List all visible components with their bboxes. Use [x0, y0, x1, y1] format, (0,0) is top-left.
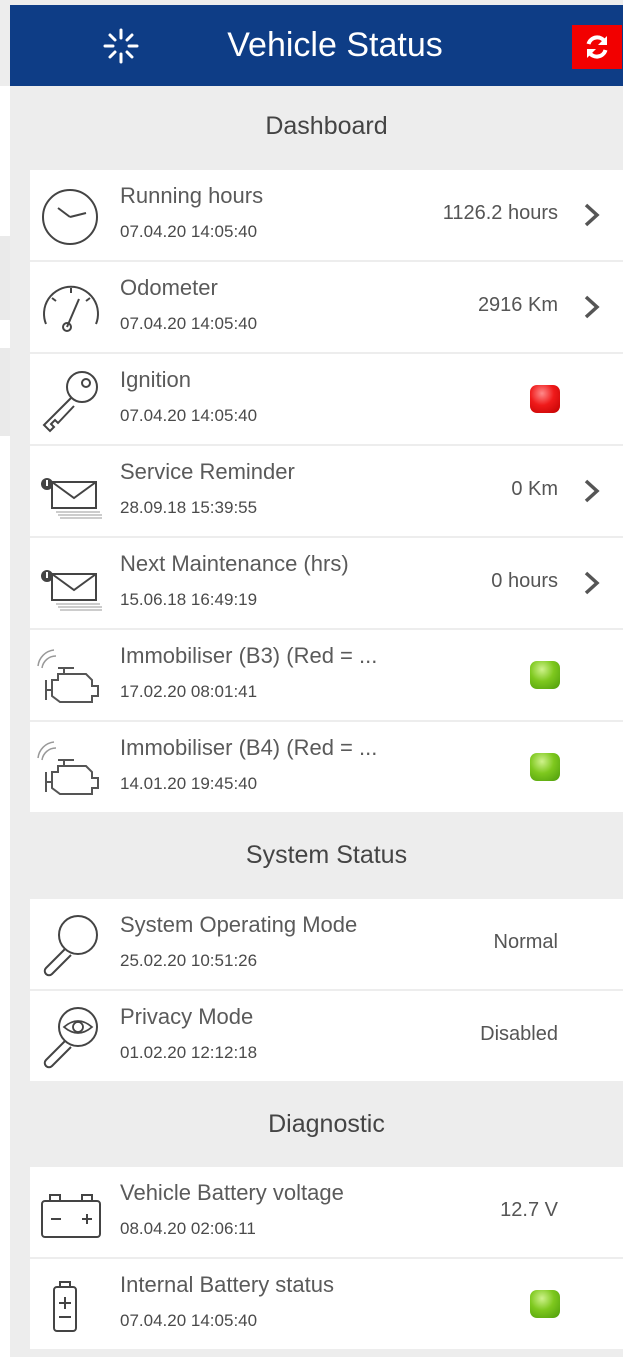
speedometer-icon: [43, 285, 99, 332]
row-value: 0 Km: [511, 478, 558, 500]
row-timestamp: 15.06.18 16:49:19: [120, 590, 258, 609]
row-label: Immobiliser (B4) (Red = ...: [120, 735, 378, 760]
row-value: Normal: [493, 931, 558, 953]
row-label: Vehicle Battery voltage: [120, 1180, 344, 1205]
chevron-right-icon: [584, 571, 600, 595]
row-value: 2916 Km: [477, 294, 558, 316]
row-label: Immobiliser (B3) (Red = ...: [120, 643, 378, 668]
key-icon: [42, 371, 98, 433]
row-value: 1126.2 hours: [442, 202, 558, 224]
row-ignition: Ignition 07.04.20 14:05:40: [30, 354, 623, 444]
battery-icon: [53, 1281, 77, 1332]
row-privacy-mode: Privacy Mode 01.02.20 12:12:18 Disabled: [30, 991, 623, 1081]
row-immobiliser-b3: Immobiliser (B3) (Red = ... 17.02.20 08:…: [30, 630, 623, 720]
row-label: Ignition: [120, 367, 191, 392]
row-timestamp: 17.02.20 08:01:41: [120, 682, 258, 701]
section-title-diagnostic: Diagnostic: [268, 1110, 385, 1138]
app-header: Vehicle Status: [10, 5, 623, 86]
status-indicator-green: [530, 661, 560, 689]
row-timestamp: 25.02.20 10:51:26: [120, 951, 258, 970]
row-timestamp: 07.04.20 14:05:40: [120, 222, 258, 241]
page-title: Vehicle Status: [227, 26, 443, 64]
eye-magnifier-icon: [43, 1007, 98, 1069]
row-label: Odometer: [120, 275, 218, 300]
chevron-right-icon: [584, 479, 600, 503]
status-indicator-green: [530, 1290, 560, 1318]
row-internal-battery-status: Internal Battery status 07.04.20 14:05:4…: [30, 1259, 623, 1349]
engine-icon: [37, 649, 99, 703]
row-timestamp: 01.02.20 12:12:18: [120, 1043, 258, 1062]
row-running-hours[interactable]: Running hours 07.04.20 14:05:40 1126.2 h…: [30, 170, 623, 260]
section-title-system-status: System Status: [245, 841, 408, 869]
clock-icon: [42, 189, 98, 245]
row-timestamp: 07.04.20 14:05:40: [120, 314, 258, 333]
envelope-alert-icon: [41, 478, 102, 519]
row-value: 0 hours: [491, 570, 558, 592]
section-title-dashboard: Dashboard: [265, 112, 388, 140]
row-service-reminder[interactable]: Service Reminder 28.09.18 15:39:55 0 Km: [30, 446, 623, 536]
row-odometer[interactable]: Odometer 07.04.20 14:05:40 2916 Km: [30, 262, 623, 352]
row-label: Service Reminder: [120, 459, 295, 484]
row-timestamp: 14.01.20 19:45:40: [120, 774, 258, 793]
row-vehicle-battery-voltage: Vehicle Battery voltage 08.04.20 02:06:1…: [30, 1167, 623, 1257]
status-indicator-green: [530, 753, 560, 781]
chevron-right-icon: [584, 203, 600, 227]
chevron-right-icon: [584, 295, 600, 319]
engine-icon: [37, 741, 99, 795]
status-indicator-red: [530, 385, 560, 413]
row-timestamp: 07.04.20 14:05:40: [120, 406, 258, 425]
magnifier-icon: [43, 915, 98, 977]
envelope-alert-icon: [41, 570, 102, 611]
row-label: Running hours: [120, 183, 264, 208]
refresh-button[interactable]: [572, 25, 622, 69]
row-label: System Operating Mode: [120, 912, 358, 937]
row-immobiliser-b4: Immobiliser (B4) (Red = ... 14.01.20 19:…: [30, 722, 623, 812]
row-timestamp: 07.04.20 14:05:40: [120, 1311, 258, 1330]
row-label: Next Maintenance (hrs): [120, 551, 349, 576]
refresh-icon: [586, 35, 608, 59]
row-label: Privacy Mode: [120, 1004, 254, 1029]
row-label: Internal Battery status: [120, 1272, 334, 1297]
row-system-operating-mode: System Operating Mode 25.02.20 10:51:26 …: [30, 899, 623, 989]
row-value: 12.7 V: [500, 1199, 558, 1221]
row-next-maintenance[interactable]: Next Maintenance (hrs) 15.06.18 16:49:19…: [30, 538, 623, 628]
row-value: Disabled: [480, 1023, 558, 1045]
left-edge: [0, 86, 10, 1357]
car-battery-icon: [41, 1194, 101, 1238]
row-timestamp: 28.09.18 15:39:55: [120, 498, 258, 517]
spinner-icon: [103, 28, 139, 64]
row-timestamp: 08.04.20 02:06:11: [120, 1219, 256, 1238]
